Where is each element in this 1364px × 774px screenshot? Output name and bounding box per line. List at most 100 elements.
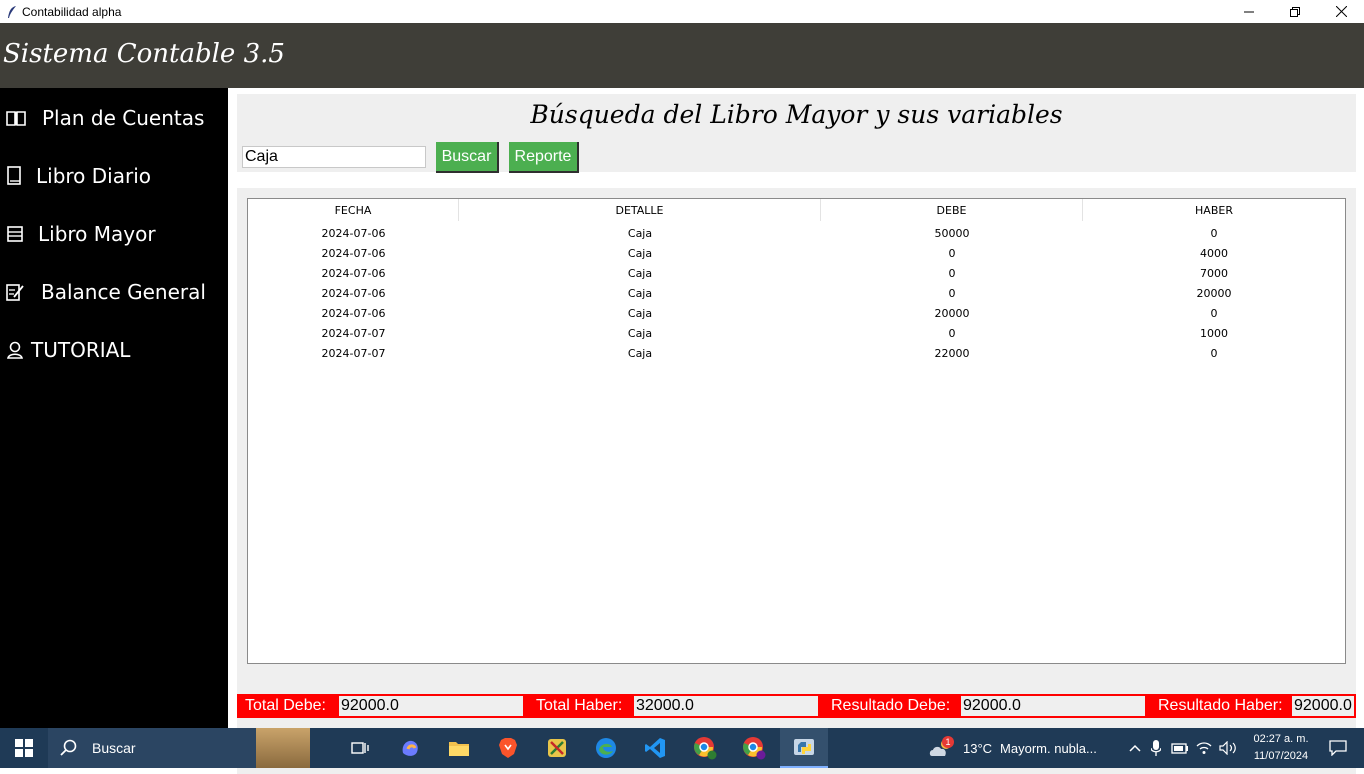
sidebar-item-label: Plan de Cuentas	[42, 106, 205, 130]
notifications-button[interactable]	[1318, 728, 1358, 768]
cell-detalle: Caja	[627, 306, 653, 320]
cell-debe: 0	[948, 266, 956, 280]
reporte-button[interactable]: Reporte	[509, 142, 579, 173]
sidebar-item-libro-diario[interactable]: Libro Diario	[0, 156, 228, 196]
notification-icon	[1329, 740, 1347, 756]
cell-debe: 20000	[934, 306, 970, 320]
table-row[interactable]: 2024-07-07 Caja 0 1000	[248, 323, 1345, 343]
python-icon	[794, 739, 814, 755]
page-title: Búsqueda del Libro Mayor y sus variables	[530, 100, 1063, 129]
column-header-fecha[interactable]: FECHA	[248, 199, 459, 221]
microphone-button[interactable]	[1144, 740, 1168, 756]
edge-icon	[596, 738, 616, 758]
table-row[interactable]: 2024-07-06 Caja 20000 0	[248, 303, 1345, 323]
sidebar-item-libro-mayor[interactable]: Libro Mayor	[0, 214, 228, 254]
taskbar-python-app-active[interactable]	[780, 728, 828, 768]
sidebar-item-balance-general[interactable]: Balance General	[0, 272, 228, 312]
sidebar-item-plan-de-cuentas[interactable]: Plan de Cuentas	[0, 98, 228, 138]
sidebar: Plan de Cuentas Libro Diario Libro Mayor…	[0, 88, 228, 728]
totals-bar: Total Debe: 92000.0 Total Haber: 32000.0…	[237, 694, 1356, 718]
search-panel: Búsqueda del Libro Mayor y sus variables…	[237, 94, 1356, 173]
table-row[interactable]: 2024-07-06 Caja 0 7000	[248, 263, 1345, 283]
ledger-table[interactable]: FECHA DETALLE DEBE HABER 2024-07-06 Caja 5…	[247, 198, 1346, 664]
taskbar-app-tools[interactable]	[536, 732, 578, 764]
sidebar-item-tutorial[interactable]: TUTORIAL	[0, 330, 228, 370]
taskbar-search[interactable]: Buscar	[48, 728, 310, 768]
task-view-button[interactable]	[339, 732, 381, 764]
buscar-button[interactable]: Buscar	[436, 142, 499, 173]
total-debe-label: Total Debe:	[245, 697, 326, 714]
tools-icon	[548, 739, 566, 757]
main-content: Búsqueda del Libro Mayor y sus variables…	[228, 88, 1364, 774]
close-icon	[1335, 6, 1347, 17]
total-debe-field[interactable]: 92000.0	[339, 696, 523, 716]
wifi-icon	[1196, 742, 1212, 754]
cell-haber: 0	[1210, 226, 1218, 240]
cell-detalle: Caja	[627, 246, 653, 260]
taskbar-brave[interactable]	[487, 732, 529, 764]
window-titlebar: Contabilidad alpha	[0, 0, 1364, 23]
app-brand: Sistema Contable 3.5	[3, 39, 285, 69]
taskbar-vscode[interactable]	[634, 732, 676, 764]
taskbar: Buscar 1 13°C Mayorm. nubla... 02:27 a. …	[0, 728, 1364, 768]
search-highlight-image	[256, 728, 310, 768]
book-open-icon	[4, 106, 28, 130]
taskbar-edge[interactable]	[585, 732, 627, 764]
cell-detalle: Caja	[627, 326, 653, 340]
book-icon	[2, 164, 26, 188]
sidebar-item-label: Libro Mayor	[38, 222, 156, 246]
clock-time: 02:27 a. m.	[1253, 733, 1309, 745]
search-icon	[60, 739, 77, 756]
taskbar-search-placeholder: Buscar	[92, 740, 136, 756]
cell-detalle: Caja	[627, 346, 653, 360]
total-haber-field[interactable]: 32000.0	[634, 696, 818, 716]
window-title: Contabilidad alpha	[22, 4, 122, 19]
volume-button[interactable]	[1216, 741, 1240, 755]
table-header: FECHA DETALLE DEBE HABER	[248, 199, 1345, 221]
cell-haber: 0	[1210, 306, 1218, 320]
tray-overflow-button[interactable]	[1126, 744, 1144, 752]
table-body: 2024-07-06 Caja 50000 0 2024-07-06 Caja 0 4000 2…	[248, 223, 1345, 363]
weather-badge: 1	[942, 736, 954, 748]
taskbar-chrome-profile-1[interactable]	[684, 732, 726, 764]
close-button[interactable]	[1318, 0, 1364, 23]
chevron-up-icon	[1129, 744, 1141, 752]
resultado-haber-field[interactable]: 92000.0	[1292, 696, 1354, 716]
table-row[interactable]: 2024-07-06 Caja 50000 0	[248, 223, 1345, 243]
brave-icon	[499, 738, 517, 758]
restore-button[interactable]	[1272, 0, 1318, 23]
clock-date: 11/07/2024	[1253, 750, 1309, 762]
taskbar-clock[interactable]: 02:27 a. m. 11/07/2024	[1246, 731, 1316, 765]
minimize-button[interactable]	[1226, 0, 1272, 23]
column-header-debe[interactable]: DEBE	[821, 199, 1083, 221]
resultado-debe-label: Resultado Debe:	[831, 697, 951, 714]
taskbar-copilot[interactable]	[389, 732, 431, 764]
table-row[interactable]: 2024-07-06 Caja 0 4000	[248, 243, 1345, 263]
battery-button[interactable]	[1168, 742, 1192, 754]
task-view-icon	[351, 742, 369, 754]
table-row[interactable]: 2024-07-06 Caja 0 20000	[248, 283, 1345, 303]
feather-icon	[4, 4, 20, 20]
cell-debe: 0	[948, 286, 956, 300]
search-input[interactable]	[242, 146, 426, 168]
wifi-button[interactable]	[1192, 741, 1216, 755]
edit-note-icon	[3, 280, 27, 304]
cell-detalle: Caja	[627, 266, 653, 280]
column-header-detalle[interactable]: DETALLE	[459, 199, 821, 221]
start-button[interactable]	[0, 728, 48, 768]
taskbar-file-explorer[interactable]	[438, 732, 480, 764]
cell-fecha: 2024-07-07	[321, 346, 386, 360]
column-header-haber[interactable]: HABER	[1083, 199, 1345, 221]
weather-widget[interactable]: 1 13°C Mayorm. nubla...	[928, 728, 1097, 768]
table-panel: FECHA DETALLE DEBE HABER 2024-07-06 Caja 5…	[237, 188, 1356, 774]
cell-haber: 4000	[1200, 246, 1228, 260]
cell-fecha: 2024-07-06	[321, 266, 386, 280]
cell-detalle: Caja	[627, 286, 653, 300]
volume-icon	[1219, 741, 1236, 755]
person-icon	[3, 338, 27, 362]
taskbar-chrome-profile-2[interactable]	[733, 732, 775, 764]
copilot-icon	[402, 740, 418, 756]
resultado-debe-field[interactable]: 92000.0	[961, 696, 1145, 716]
chrome-icon	[743, 737, 766, 760]
table-row[interactable]: 2024-07-07 Caja 22000 0	[248, 343, 1345, 363]
